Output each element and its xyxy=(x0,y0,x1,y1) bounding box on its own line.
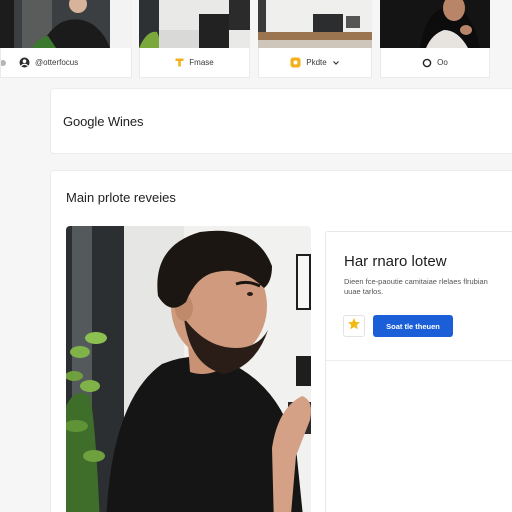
filter-chip-row: @otterfocus Fmase Pkdte Oo xyxy=(0,48,512,78)
section-title: Main prlote reveies xyxy=(66,190,176,205)
chip-location[interactable]: Fmase xyxy=(139,48,250,78)
chip-label: Fmase xyxy=(189,58,214,67)
panel-divider xyxy=(326,360,512,361)
header-card: Google Wines xyxy=(50,88,512,154)
chip-label: Oo xyxy=(437,58,448,67)
primary-action-button[interactable]: Soat tle theuen xyxy=(373,315,453,337)
star-button[interactable] xyxy=(343,315,365,337)
thumbnail-photo[interactable] xyxy=(139,0,250,48)
review-title: Har rnaro lotew xyxy=(344,253,447,270)
pin-icon xyxy=(175,58,184,67)
thumbnail-photo[interactable] xyxy=(258,0,372,48)
featured-photo[interactable] xyxy=(66,226,311,512)
chip-label: Pkdte xyxy=(306,58,327,67)
avatar-dot-icon xyxy=(19,57,30,68)
page-title: Google Wines xyxy=(63,113,144,129)
edge-dot-icon xyxy=(1,60,6,66)
chip-account[interactable]: @otterfocus xyxy=(0,48,132,78)
ring-icon xyxy=(422,58,432,68)
chevron-down-icon xyxy=(332,59,340,67)
photo-strip xyxy=(0,0,512,48)
star-icon xyxy=(347,317,361,336)
chip-label: @otterfocus xyxy=(35,58,79,67)
chip-toggle[interactable]: Oo xyxy=(380,48,490,78)
main-review-card: Main prlote reveies Har rnaro lotew Diee… xyxy=(50,170,512,512)
chip-dropdown[interactable]: Pkdte xyxy=(258,48,372,78)
review-description: Dieen fce-paoutie camitaiae rlelaes flru… xyxy=(344,277,488,296)
thumbnail-photo[interactable] xyxy=(0,0,132,48)
yellow-badge-icon xyxy=(290,57,301,68)
review-panel: Har rnaro lotew Dieen fce-paoutie camita… xyxy=(325,231,512,512)
thumbnail-photo[interactable] xyxy=(380,0,490,48)
